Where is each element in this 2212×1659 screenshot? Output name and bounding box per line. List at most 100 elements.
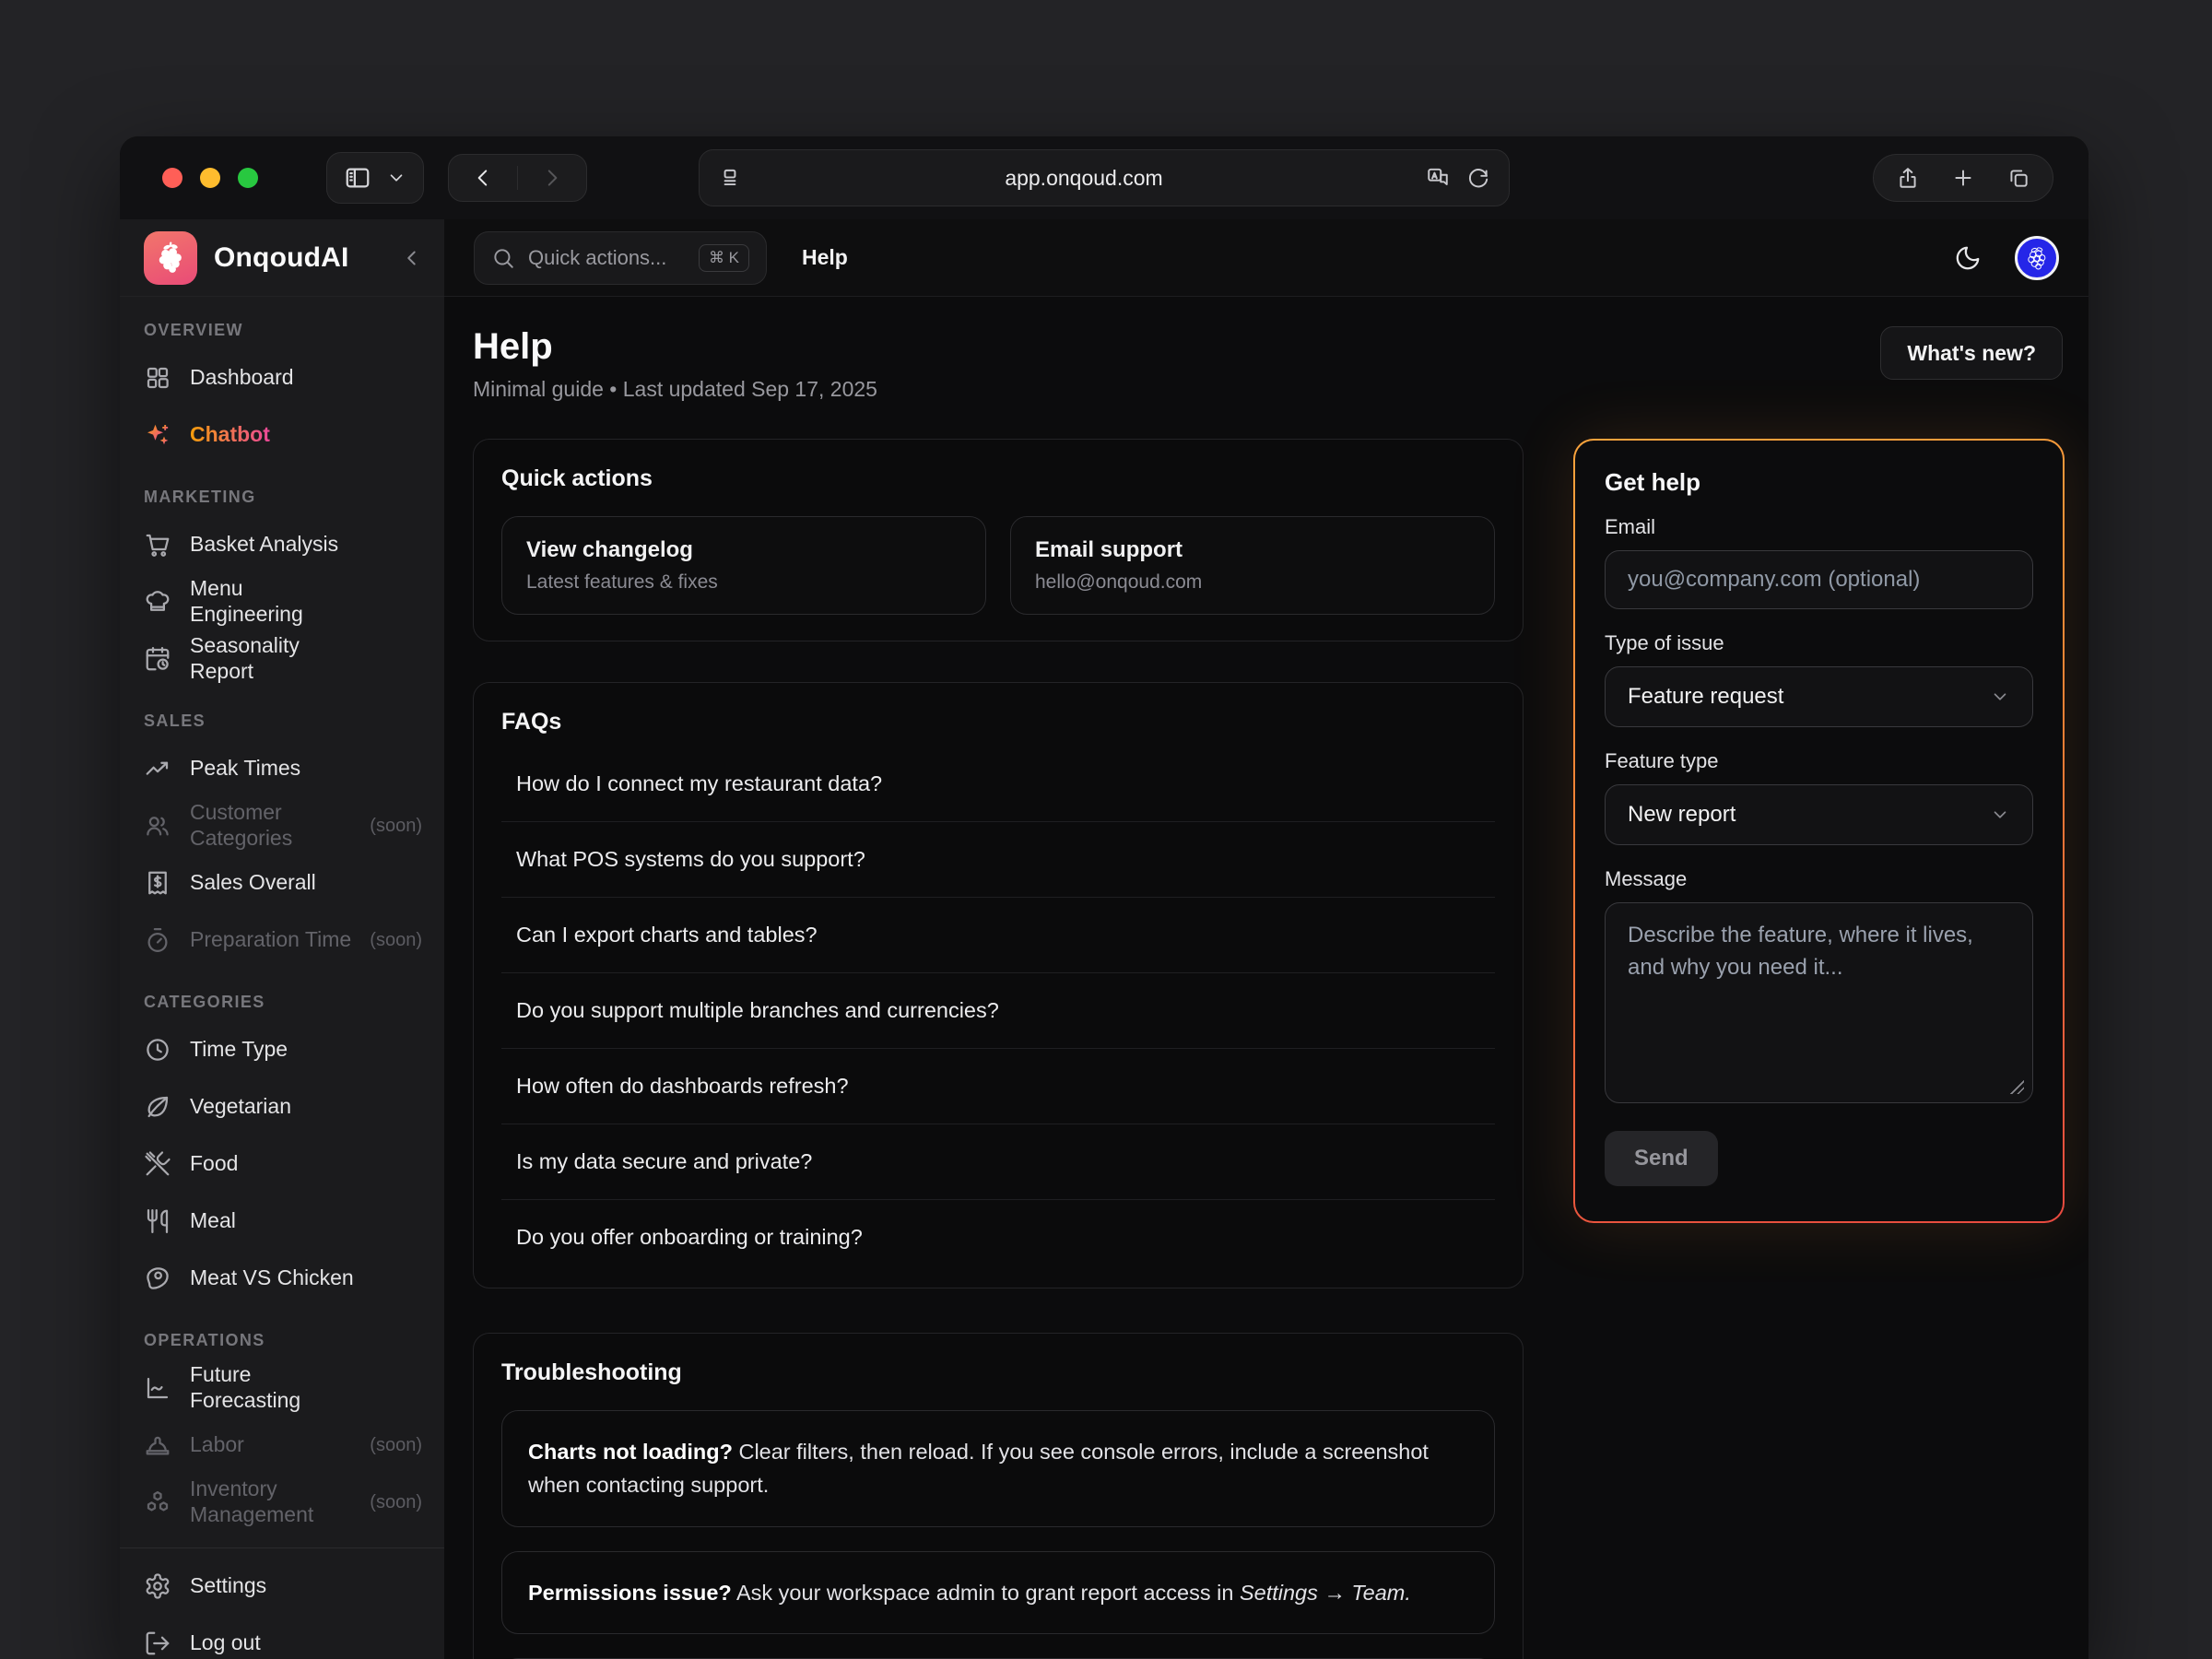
sidebar-item-label: Basket Analysis — [190, 532, 338, 558]
trending-up-icon — [144, 755, 171, 782]
sidebar-toggle-button[interactable] — [326, 152, 424, 204]
boxes-icon — [144, 1488, 171, 1516]
sidebar-item-basket-analysis[interactable]: Basket Analysis — [144, 516, 422, 573]
receipt-dollar-icon — [144, 869, 171, 897]
ts-text: Ask your workspace admin to grant report… — [732, 1581, 1240, 1605]
quick-actions-title: Quick actions — [501, 465, 1495, 492]
back-button[interactable] — [449, 166, 517, 190]
sidebar-item-log-out[interactable]: Log out — [144, 1615, 422, 1659]
sidebar-item-labor[interactable]: Labor (soon) — [144, 1417, 422, 1474]
sidebar-item-label: Menu Engineering — [190, 576, 356, 627]
utensils-crossed-icon — [144, 1150, 171, 1178]
faq-item[interactable]: Can I export charts and tables? — [501, 898, 1495, 973]
troubleshooting-item: Charts not loading? Clear filters, then … — [501, 1410, 1495, 1527]
sidebar-item-settings[interactable]: Settings — [144, 1558, 422, 1615]
sidebar-divider — [120, 1547, 444, 1548]
tab-help[interactable]: Help — [802, 245, 848, 270]
get-help-title: Get help — [1605, 468, 2033, 497]
sidebar-item-label: Customer Categories — [190, 800, 351, 851]
email-field[interactable] — [1605, 550, 2033, 609]
sidebar-item-customer-categories[interactable]: Customer Categories (soon) — [144, 797, 422, 854]
get-help-panel: Get help Email Type of issue Feature req… — [1573, 439, 2065, 1223]
zoom-window-button[interactable] — [238, 168, 258, 188]
reader-view-icon[interactable] — [718, 166, 742, 190]
tab-overview-icon[interactable] — [2006, 166, 2030, 190]
sidebar-item-menu-engineering[interactable]: Menu Engineering — [144, 573, 422, 630]
sidebar-item-label: Settings — [190, 1573, 266, 1599]
faq-item[interactable]: Do you offer onboarding or training? — [501, 1200, 1495, 1275]
gear-icon — [144, 1572, 171, 1600]
forward-button[interactable] — [517, 166, 586, 190]
user-avatar[interactable] — [2015, 236, 2059, 280]
sidebar-item-vegetarian[interactable]: Vegetarian — [144, 1078, 422, 1135]
collapse-sidebar-button[interactable] — [400, 246, 424, 270]
new-tab-icon[interactable] — [1951, 166, 1975, 190]
sidebar-item-preparation-time[interactable]: Preparation Time (soon) — [144, 912, 422, 969]
close-window-button[interactable] — [162, 168, 182, 188]
faq-item[interactable]: What POS systems do you support? — [501, 822, 1495, 898]
sidebar-item-time-type[interactable]: Time Type — [144, 1021, 422, 1078]
window-actions — [1873, 154, 2053, 202]
faq-item[interactable]: How do I connect my restaurant data? — [501, 747, 1495, 822]
type-of-issue-select[interactable]: Feature request — [1605, 666, 2033, 727]
share-icon[interactable] — [1896, 166, 1920, 190]
sidebar-item-label: Meal — [190, 1208, 236, 1234]
browser-window: app.onqoud.com — [120, 136, 2088, 1659]
message-field[interactable] — [1605, 902, 2033, 1103]
faqs-card: FAQs How do I connect my restaurant data… — [473, 682, 1524, 1288]
sidebar-item-label: Log out — [190, 1630, 261, 1656]
ts-lead: Permissions issue? — [528, 1581, 732, 1605]
faq-item[interactable]: Do you support multiple branches and cur… — [501, 973, 1495, 1049]
raspberry-icon — [152, 240, 189, 276]
sidebar-item-label: Chatbot — [190, 422, 270, 448]
history-nav — [448, 154, 587, 202]
faqs-title: FAQs — [501, 709, 1495, 735]
faq-item[interactable]: Is my data secure and private? — [501, 1124, 1495, 1200]
send-button[interactable]: Send — [1605, 1131, 1718, 1186]
sidebar-item-label: Vegetarian — [190, 1094, 291, 1120]
log-out-icon — [144, 1630, 171, 1657]
action-subtitle: Latest features & fixes — [526, 571, 961, 594]
minimize-window-button[interactable] — [200, 168, 220, 188]
view-changelog-button[interactable]: View changelog Latest features & fixes — [501, 516, 986, 615]
reload-icon[interactable] — [1466, 166, 1490, 190]
browser-toolbar: app.onqoud.com — [120, 136, 2088, 219]
sidebar-item-inventory-management[interactable]: Inventory Management (soon) — [144, 1474, 422, 1531]
sidebar-item-future-forecasting[interactable]: Future Forecasting — [144, 1359, 422, 1417]
ts-lead: Charts not loading? — [528, 1440, 733, 1464]
sidebar-item-peak-times[interactable]: Peak Times — [144, 740, 422, 797]
message-label: Message — [1605, 867, 2033, 891]
sidebar-item-label: Dashboard — [190, 365, 294, 391]
sidebar-item-seasonality-report[interactable]: Seasonality Report — [144, 630, 422, 688]
troubleshooting-title: Troubleshooting — [501, 1359, 1495, 1386]
onqoud-logo[interactable] — [144, 231, 197, 285]
sidebar-item-chatbot[interactable]: Chatbot — [144, 406, 422, 464]
chevron-right-icon — [540, 166, 564, 190]
type-of-issue-label: Type of issue — [1605, 631, 2033, 655]
sidebar-item-sales-overall[interactable]: Sales Overall — [144, 854, 422, 912]
resize-handle[interactable] — [2007, 1077, 2024, 1094]
page-subtitle: Minimal guide • Last updated Sep 17, 202… — [473, 377, 877, 402]
utensils-icon — [144, 1207, 171, 1235]
email-label: Email — [1605, 515, 2033, 539]
faq-item[interactable]: How often do dashboards refresh? — [501, 1049, 1495, 1124]
chart-line-icon — [144, 1374, 171, 1402]
sidebar-item-meat-vs-chicken[interactable]: Meat VS Chicken — [144, 1250, 422, 1307]
section-label-operations: OPERATIONS — [144, 1331, 422, 1350]
sidebar-item-food[interactable]: Food — [144, 1135, 422, 1193]
shopping-cart-icon — [144, 531, 171, 559]
soon-badge: (soon) — [370, 1435, 422, 1456]
sidebar-item-label: Labor — [190, 1432, 244, 1458]
feature-type-select[interactable]: New report — [1605, 784, 2033, 845]
address-bar[interactable]: app.onqoud.com — [699, 149, 1510, 206]
whats-new-button[interactable]: What's new? — [1880, 326, 2063, 380]
feature-type-label: Feature type — [1605, 749, 2033, 773]
sidebar-item-meal[interactable]: Meal — [144, 1193, 422, 1250]
quick-actions-search[interactable]: Quick actions... ⌘ K — [474, 231, 767, 285]
email-support-button[interactable]: Email support hello@onqoud.com — [1010, 516, 1495, 615]
sidebar-item-dashboard[interactable]: Dashboard — [144, 349, 422, 406]
translate-icon[interactable] — [1426, 166, 1450, 190]
section-label-sales: SALES — [144, 712, 422, 731]
search-placeholder: Quick actions... — [528, 246, 686, 270]
dark-mode-toggle[interactable] — [1954, 244, 1982, 272]
